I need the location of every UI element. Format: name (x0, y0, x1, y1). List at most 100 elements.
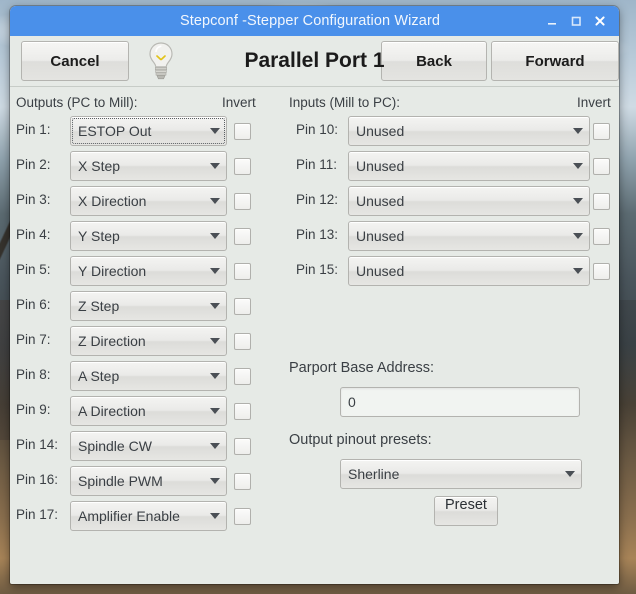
output-signal-select[interactable]: A Step (70, 361, 227, 391)
output-signal-value: A Direction (78, 403, 146, 419)
output-invert-checkbox[interactable] (234, 298, 251, 315)
input-pin-label: Pin 10: (296, 122, 339, 137)
cancel-button[interactable]: Cancel (21, 41, 129, 81)
output-signal-select[interactable]: Spindle PWM (70, 466, 227, 496)
parallel-port-panel: Outputs (PC to Mill): Invert Inputs (Mil… (10, 87, 619, 584)
chevron-down-icon (204, 338, 226, 344)
forward-button[interactable]: Forward (491, 41, 619, 81)
output-signal-value: Y Direction (78, 263, 147, 279)
output-signal-value: Amplifier Enable (78, 508, 180, 524)
output-pin-label: Pin 4: (16, 227, 51, 242)
chevron-down-icon (204, 408, 226, 414)
input-signal-select[interactable]: Unused (348, 186, 590, 216)
input-pin-label: Pin 11: (296, 157, 338, 172)
chevron-down-icon (567, 163, 589, 169)
output-signal-select[interactable]: Z Step (70, 291, 227, 321)
chevron-down-icon (567, 128, 589, 134)
input-pin-label: Pin 15: (296, 262, 339, 277)
chevron-down-icon (204, 373, 226, 379)
lightbulb-icon (145, 40, 177, 82)
output-signal-select[interactable]: Spindle CW (70, 431, 227, 461)
parport-base-address-input[interactable] (340, 387, 580, 417)
output-pin-label: Pin 6: (16, 297, 51, 312)
parport-base-address-label: Parport Base Address: (289, 360, 435, 376)
input-invert-checkbox[interactable] (593, 123, 610, 140)
output-pin-label: Pin 14: (16, 437, 59, 452)
input-signal-select[interactable]: Unused (348, 256, 590, 286)
output-invert-checkbox[interactable] (234, 123, 251, 140)
output-invert-checkbox[interactable] (234, 228, 251, 245)
output-signal-select[interactable]: ESTOP Out (70, 116, 227, 146)
output-invert-checkbox[interactable] (234, 333, 251, 350)
inputs-heading: Inputs (Mill to PC): (289, 95, 401, 110)
output-signal-value: Spindle PWM (78, 473, 163, 489)
input-signal-select[interactable]: Unused (348, 221, 590, 251)
stepconf-window: Stepconf -Stepper Configuration Wizard P… (10, 6, 619, 584)
preset-select[interactable]: Sherline (340, 459, 582, 489)
output-pin-label: Pin 2: (16, 157, 51, 172)
preset-select-value: Sherline (348, 466, 400, 482)
chevron-down-icon (204, 478, 226, 484)
input-pin-label: Pin 13: (296, 227, 339, 242)
minimize-icon[interactable] (540, 9, 564, 33)
output-pin-label: Pin 7: (16, 332, 51, 347)
input-signal-value: Unused (356, 123, 405, 139)
output-signal-value: Spindle CW (78, 438, 152, 454)
preset-button[interactable]: Preset (434, 496, 498, 526)
output-invert-checkbox[interactable] (234, 438, 251, 455)
output-invert-checkbox[interactable] (234, 158, 251, 175)
output-pin-label: Pin 17: (16, 507, 59, 522)
chevron-down-icon (204, 163, 226, 169)
wizard-toolbar: Parallel Port 1 Cancel Back Forward (10, 36, 619, 87)
output-signal-select[interactable]: Z Direction (70, 326, 227, 356)
output-signal-select[interactable]: Amplifier Enable (70, 501, 227, 531)
output-signal-value: Y Step (78, 228, 120, 244)
output-signal-select[interactable]: X Direction (70, 186, 227, 216)
maximize-icon[interactable] (564, 9, 588, 33)
output-signal-select[interactable]: A Direction (70, 396, 227, 426)
chevron-down-icon (204, 513, 226, 519)
output-invert-checkbox[interactable] (234, 263, 251, 280)
output-invert-checkbox[interactable] (234, 403, 251, 420)
input-invert-checkbox[interactable] (593, 158, 610, 175)
output-invert-checkbox[interactable] (234, 473, 251, 490)
input-signal-select[interactable]: Unused (348, 151, 590, 181)
chevron-down-icon (204, 268, 226, 274)
chevron-down-icon (567, 198, 589, 204)
outputs-heading: Outputs (PC to Mill): (16, 95, 138, 110)
output-pinout-presets-label: Output pinout presets: (289, 432, 432, 448)
output-pin-label: Pin 5: (16, 262, 51, 277)
wizard-nav-buttons: Back Forward (381, 41, 619, 81)
input-invert-checkbox[interactable] (593, 193, 610, 210)
chevron-down-icon (567, 268, 589, 274)
window-controls (540, 9, 619, 33)
window-title: Stepconf -Stepper Configuration Wizard (179, 13, 441, 29)
output-signal-value: Z Step (78, 298, 120, 314)
input-signal-value: Unused (356, 228, 405, 244)
output-pin-label: Pin 9: (16, 402, 51, 417)
output-signal-value: X Step (78, 158, 121, 174)
input-signal-value: Unused (356, 158, 405, 174)
output-signal-select[interactable]: X Step (70, 151, 227, 181)
output-signal-select[interactable]: Y Step (70, 221, 227, 251)
output-signal-value: X Direction (78, 193, 147, 209)
output-pin-label: Pin 8: (16, 367, 51, 382)
output-signal-value: ESTOP Out (78, 123, 152, 139)
output-invert-checkbox[interactable] (234, 508, 251, 525)
window-titlebar[interactable]: Stepconf -Stepper Configuration Wizard (10, 6, 619, 36)
input-invert-checkbox[interactable] (593, 228, 610, 245)
input-signal-value: Unused (356, 193, 405, 209)
output-signal-value: Z Direction (78, 333, 146, 349)
close-icon[interactable] (588, 9, 612, 33)
input-invert-checkbox[interactable] (593, 263, 610, 280)
output-invert-checkbox[interactable] (234, 193, 251, 210)
back-button[interactable]: Back (381, 41, 487, 81)
output-signal-value: A Step (78, 368, 120, 384)
input-signal-value: Unused (356, 263, 405, 279)
output-signal-select[interactable]: Y Direction (70, 256, 227, 286)
chevron-down-icon (567, 233, 589, 239)
chevron-down-icon (204, 198, 226, 204)
output-invert-checkbox[interactable] (234, 368, 251, 385)
input-signal-select[interactable]: Unused (348, 116, 590, 146)
chevron-down-icon (204, 443, 226, 449)
